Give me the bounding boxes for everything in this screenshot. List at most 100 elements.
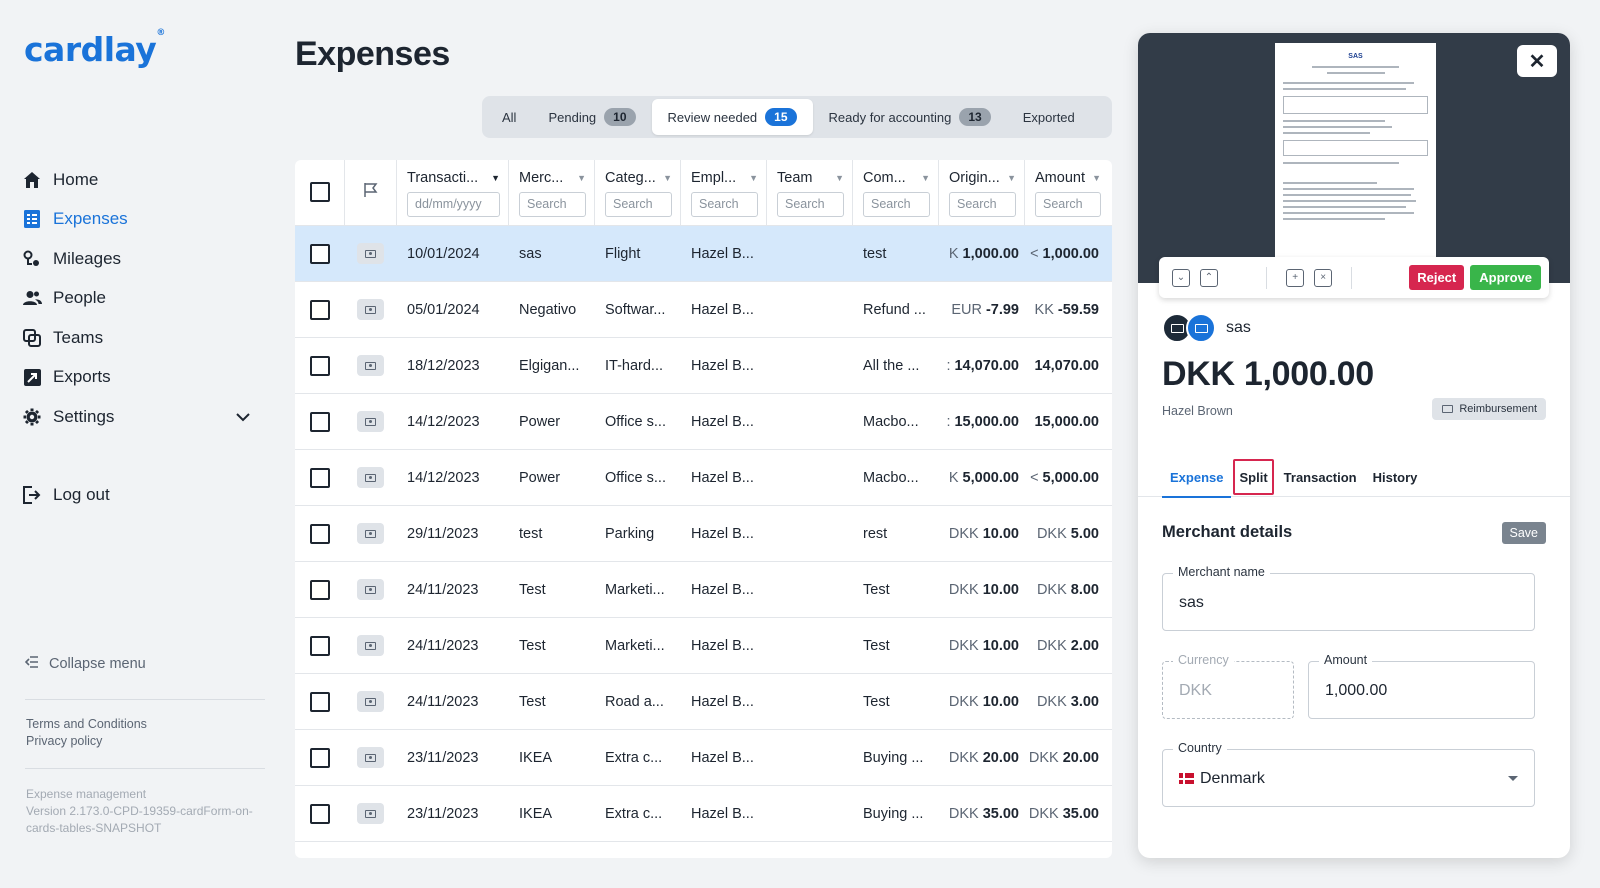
- tab-history[interactable]: History: [1365, 457, 1426, 497]
- country-select[interactable]: Country Denmark: [1162, 741, 1535, 807]
- column-filter-input[interactable]: Search: [863, 192, 930, 217]
- sort-icon[interactable]: ▼: [1088, 173, 1101, 183]
- column-label[interactable]: Team ▼: [777, 170, 844, 186]
- column-header[interactable]: Com... ▼ Search: [853, 160, 939, 225]
- add-image-icon[interactable]: +: [1286, 268, 1305, 287]
- currency-field: Currency DKK: [1162, 653, 1294, 719]
- table-row[interactable]: 05/01/2024 Negativo Softwar... Hazel B... Re…: [295, 282, 1112, 338]
- row-checkbox[interactable]: [310, 243, 330, 264]
- collapse-menu-button[interactable]: Collapse menu: [24, 656, 146, 672]
- column-label[interactable]: Amount ▼: [1035, 170, 1101, 186]
- sort-icon[interactable]: ▼: [917, 173, 930, 183]
- amount-field[interactable]: Amount 1,000.00: [1308, 653, 1535, 719]
- table-row[interactable]: 24/11/2023 Test Marketi... Hazel B... Test DK…: [295, 618, 1112, 674]
- receipt-image[interactable]: SAS: [1275, 43, 1436, 273]
- column-label[interactable]: Empl... ▼: [691, 170, 758, 186]
- table-row[interactable]: 23/11/2023 IKEA Extra c... Hazel B... Buying…: [295, 786, 1112, 842]
- previous-document-icon[interactable]: ⌃: [1200, 268, 1218, 287]
- select-all-checkbox[interactable]: [310, 182, 330, 202]
- cell-comment: Macbo...: [863, 413, 919, 430]
- nav-item-settings[interactable]: Settings: [22, 397, 250, 437]
- column-header[interactable]: Origin... ▼ Search: [939, 160, 1025, 225]
- row-checkbox[interactable]: [310, 523, 330, 544]
- reject-button[interactable]: Reject: [1409, 265, 1465, 290]
- cell-comment: Buying ...: [863, 749, 924, 766]
- nav-item-home[interactable]: Home: [22, 160, 250, 200]
- table-row[interactable]: 24/11/2023 Test Road a... Hazel B... Test DKK…: [295, 674, 1112, 730]
- column-header[interactable]: Empl... ▼ Search: [681, 160, 767, 225]
- cell-comment: Buying ...: [863, 805, 924, 822]
- approve-button[interactable]: Approve: [1470, 265, 1541, 290]
- remove-image-icon[interactable]: ×: [1314, 268, 1333, 287]
- nav-item-mileages[interactable]: Mileages: [22, 239, 250, 279]
- column-filter-input[interactable]: Search: [949, 192, 1016, 217]
- row-checkbox[interactable]: [310, 691, 330, 712]
- column-header[interactable]: Transacti... ▼ dd/mm/yyyy: [397, 160, 509, 225]
- column-header[interactable]: Merc... ▼ Search: [509, 160, 595, 225]
- sort-icon[interactable]: ▼: [487, 173, 500, 183]
- table-row[interactable]: 14/12/2023 Power Office s... Hazel B... Macb…: [295, 394, 1112, 450]
- sort-icon[interactable]: ▼: [831, 173, 844, 183]
- row-checkbox[interactable]: [310, 803, 330, 824]
- column-filter-input[interactable]: Search: [691, 192, 758, 217]
- column-label[interactable]: Merc... ▼: [519, 170, 586, 186]
- cell-merchant: Power: [519, 469, 561, 486]
- tab-pending[interactable]: Pending 10: [532, 99, 651, 135]
- sort-icon[interactable]: ▼: [659, 173, 672, 183]
- column-filter-input[interactable]: Search: [605, 192, 672, 217]
- chevron-down-icon[interactable]: [236, 407, 250, 427]
- logout-link[interactable]: Log out: [22, 475, 110, 515]
- terms-link[interactable]: Terms and Conditions: [26, 716, 147, 733]
- tab-split[interactable]: Split: [1231, 457, 1275, 497]
- column-filter-input[interactable]: Search: [519, 192, 586, 217]
- close-button[interactable]: ✕: [1517, 45, 1557, 77]
- save-button[interactable]: Save: [1501, 522, 1546, 544]
- tab-transaction[interactable]: Transaction: [1276, 457, 1365, 497]
- column-label[interactable]: Transacti... ▼: [407, 170, 500, 186]
- sort-icon[interactable]: ▼: [573, 173, 586, 183]
- cell-category: Road a...: [605, 693, 664, 710]
- cardlay-logo[interactable]: cardlay®: [24, 28, 165, 69]
- nav-item-exports[interactable]: Exports: [22, 358, 250, 398]
- sort-icon[interactable]: ▼: [745, 173, 758, 183]
- row-checkbox[interactable]: [310, 747, 330, 768]
- table-row[interactable]: 14/12/2023 Power Office s... Hazel B... Macb…: [295, 450, 1112, 506]
- nav-item-expenses[interactable]: Expenses: [22, 200, 250, 240]
- tab-ready-for-accounting[interactable]: Ready for accounting 13: [813, 99, 1007, 135]
- column-header[interactable]: Amount ▼ Search: [1025, 160, 1109, 225]
- column-filter-input[interactable]: dd/mm/yyyy: [407, 192, 500, 217]
- tab-exported[interactable]: Exported: [1007, 99, 1091, 135]
- sort-icon[interactable]: ▼: [1003, 173, 1016, 183]
- table-row[interactable]: 23/11/2023 IKEA Extra c... Hazel B... Buying…: [295, 730, 1112, 786]
- flag-icon[interactable]: [363, 183, 379, 202]
- table-row[interactable]: 29/11/2023 test Parking Hazel B... rest DKK 10…: [295, 506, 1112, 562]
- nav-item-people[interactable]: People: [22, 279, 250, 319]
- table-row[interactable]: 10/01/2024 sas Flight Hazel B... test K 1,000.…: [295, 226, 1112, 282]
- tab-review-needed[interactable]: Review needed 15: [651, 99, 813, 135]
- row-checkbox[interactable]: [310, 355, 330, 376]
- column-label[interactable]: Com... ▼: [863, 170, 930, 186]
- reimbursement-icon: [357, 411, 384, 432]
- tab-all[interactable]: All: [486, 99, 532, 135]
- column-label[interactable]: Origin... ▼: [949, 170, 1016, 186]
- merchant-name-field[interactable]: Merchant name sas: [1162, 565, 1535, 631]
- next-document-icon[interactable]: ⌄: [1172, 268, 1190, 287]
- column-filter-input[interactable]: Search: [1035, 192, 1101, 217]
- row-checkbox[interactable]: [310, 579, 330, 600]
- field-value: sas: [1179, 594, 1204, 611]
- row-checkbox[interactable]: [310, 299, 330, 320]
- cell-category: Marketi...: [605, 581, 665, 598]
- tab-expense[interactable]: Expense: [1162, 457, 1232, 498]
- column-header[interactable]: Team ▼ Search: [767, 160, 853, 225]
- row-checkbox[interactable]: [310, 635, 330, 656]
- table-row[interactable]: 24/11/2023 Test Marketi... Hazel B... Test DK…: [295, 562, 1112, 618]
- row-checkbox[interactable]: [310, 467, 330, 488]
- nav-item-teams[interactable]: Teams: [22, 318, 250, 358]
- expense-amount: DKK 1,000.00: [1162, 355, 1374, 393]
- column-label[interactable]: Categ... ▼: [605, 170, 672, 186]
- table-row[interactable]: 18/12/2023 Elgigan... IT-hard... Hazel B...…: [295, 338, 1112, 394]
- privacy-link[interactable]: Privacy policy: [26, 733, 147, 750]
- column-header[interactable]: Categ... ▼ Search: [595, 160, 681, 225]
- row-checkbox[interactable]: [310, 411, 330, 432]
- column-filter-input[interactable]: Search: [777, 192, 844, 217]
